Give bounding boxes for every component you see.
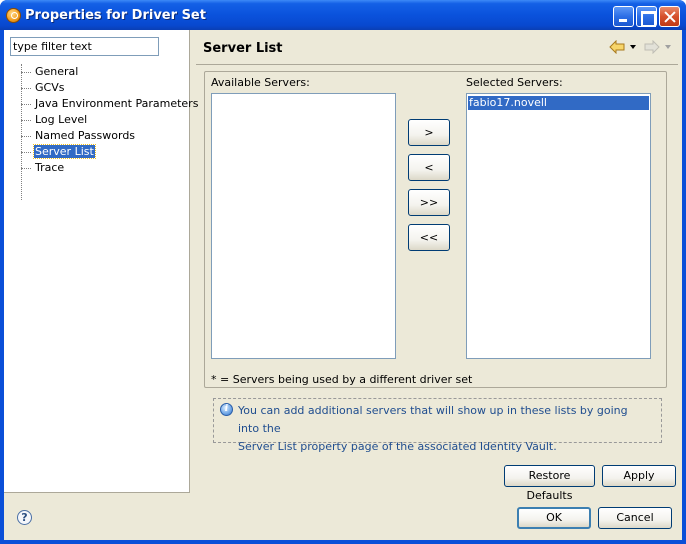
selected-servers-list[interactable]: fabio17.novell: [466, 93, 651, 359]
info-text-line: You can add additional servers that will…: [238, 404, 628, 435]
tree-item-server-list[interactable]: Server List: [14, 144, 199, 160]
info-icon: i: [220, 403, 233, 416]
tree-item-label: Trace: [35, 161, 65, 174]
minimize-button[interactable]: [613, 6, 634, 27]
page-title: Server List: [203, 41, 283, 56]
tree-item-label: Named Passwords: [35, 129, 136, 142]
tree-item-general[interactable]: General: [14, 64, 199, 80]
remove-server-button[interactable]: <: [408, 154, 450, 181]
info-text: You can add additional servers that will…: [238, 402, 648, 456]
header-separator: [196, 64, 678, 65]
available-servers-label: Available Servers:: [211, 76, 310, 89]
help-icon[interactable]: ?: [17, 510, 32, 525]
property-tree-panel: General GCVs Java Environment Parameters…: [4, 30, 198, 493]
selected-servers-label: Selected Servers:: [466, 76, 563, 89]
filter-input[interactable]: [10, 37, 159, 56]
window-title: Properties for Driver Set: [25, 8, 206, 23]
tree-item-named-passwords[interactable]: Named Passwords: [14, 128, 199, 144]
properties-dialog: Properties for Driver Set General GCVs J…: [0, 0, 686, 544]
servers-note: * = Servers being used by a different dr…: [211, 373, 473, 386]
maximize-button[interactable]: [636, 6, 657, 27]
info-text-line: Server List property page of the associa…: [238, 440, 557, 453]
back-arrow-icon[interactable]: [609, 40, 625, 54]
apply-button[interactable]: Apply: [602, 465, 676, 487]
ok-button[interactable]: OK: [517, 507, 591, 529]
remove-all-servers-button[interactable]: <<: [408, 224, 450, 251]
dialog-client-area: General GCVs Java Environment Parameters…: [4, 30, 682, 540]
properties-app-icon: [6, 8, 21, 23]
tree-item-label: General: [35, 65, 79, 78]
tree-item-label: GCVs: [35, 81, 65, 94]
add-all-servers-button[interactable]: >>: [408, 189, 450, 216]
property-tree: General GCVs Java Environment Parameters…: [14, 64, 199, 176]
tree-item-trace[interactable]: Trace: [14, 160, 199, 176]
tree-item-label: Java Environment Parameters: [35, 97, 199, 110]
tree-item-log-level[interactable]: Log Level: [14, 112, 199, 128]
available-servers-list[interactable]: [211, 93, 396, 359]
forward-arrow-icon: [644, 40, 660, 54]
tree-item-gcvs[interactable]: GCVs: [14, 80, 199, 96]
tree-item-label: Server List: [33, 144, 96, 159]
forward-dropdown-chevron-icon: [665, 45, 671, 49]
restore-defaults-button[interactable]: Restore Defaults: [504, 465, 595, 502]
tree-item-label: Log Level: [35, 113, 88, 126]
tree-item-java-environment-parameters[interactable]: Java Environment Parameters: [14, 96, 199, 112]
add-server-button[interactable]: >: [408, 119, 450, 146]
list-item[interactable]: fabio17.novell: [468, 96, 649, 110]
title-bar[interactable]: Properties for Driver Set: [0, 0, 686, 30]
cancel-button[interactable]: Cancel: [598, 507, 672, 529]
close-button[interactable]: [659, 6, 680, 27]
back-dropdown-chevron-icon[interactable]: [630, 45, 636, 49]
